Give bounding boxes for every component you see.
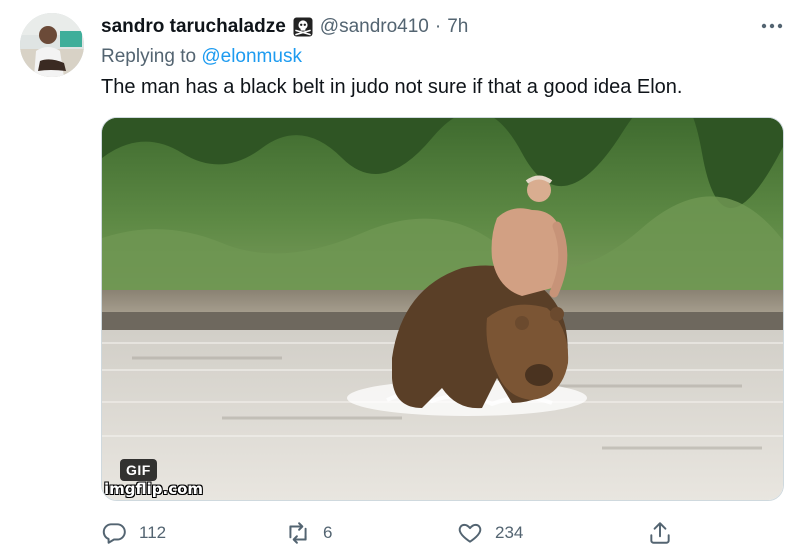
gif-badge: GIF [120, 459, 157, 481]
reply-button[interactable]: 112 [101, 518, 166, 548]
retweet-count: 6 [323, 523, 333, 542]
replying-to-label: Replying to [101, 46, 202, 67]
skull-crossbones-icon [293, 17, 313, 37]
gif-media[interactable]: GIF imgflip.com [101, 117, 784, 501]
share-button[interactable] [647, 518, 673, 548]
reply-icon [102, 523, 126, 544]
tweet-text: The man has a black belt in judo not sur… [101, 76, 683, 98]
imgflip-watermark: imgflip.com [104, 480, 204, 498]
avatar-image [20, 13, 84, 77]
reply-count: 112 [139, 523, 167, 542]
timestamp[interactable]: 7h [447, 16, 468, 38]
avatar[interactable] [20, 13, 84, 77]
share-icon [650, 522, 670, 544]
display-name[interactable]: sandro taruchaladze [101, 16, 286, 38]
more-options-button[interactable] [758, 14, 786, 38]
like-button[interactable]: 234 [457, 518, 523, 548]
retweet-icon [289, 522, 307, 544]
handle[interactable]: @sandro410 [320, 16, 429, 38]
like-count: 234 [495, 523, 524, 542]
separator: · [434, 16, 442, 37]
action-bar: 112 6 234 [101, 518, 781, 548]
more-dots-icon [761, 23, 783, 29]
tweet-header: sandro taruchaladze @sandro410 · 7h [101, 15, 468, 39]
retweet-button[interactable]: 6 [285, 518, 332, 548]
mention-link[interactable]: @elonmusk [201, 46, 302, 67]
replying-to: Replying to @elonmusk [101, 46, 302, 68]
gif-image [102, 118, 783, 500]
heart-icon [458, 523, 482, 543]
